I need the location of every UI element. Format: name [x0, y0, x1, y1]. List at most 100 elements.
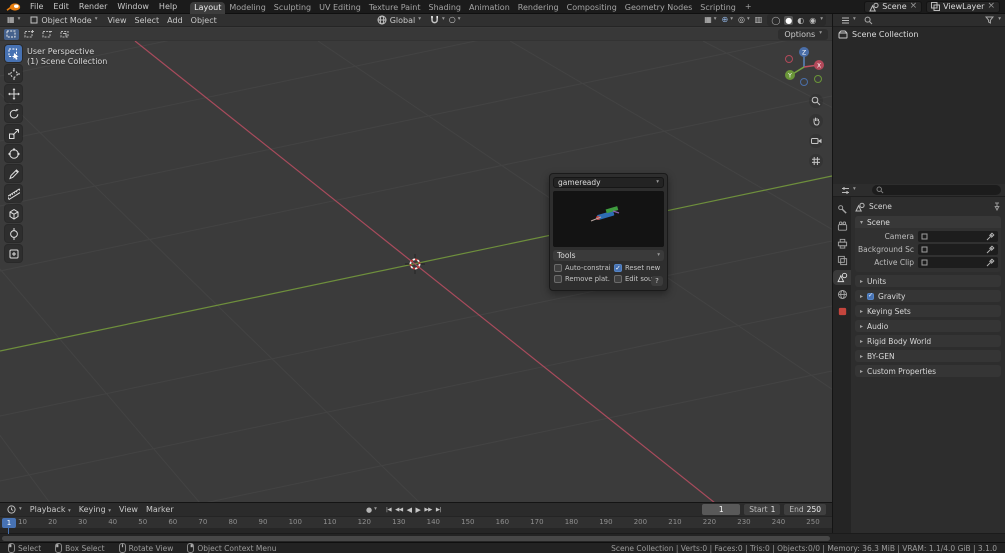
timeline-editor-dropdown[interactable]: ▾ — [3, 504, 26, 516]
marker-menu[interactable]: Marker — [142, 505, 178, 514]
perspective-toggle-icon[interactable] — [809, 154, 823, 168]
addon-tool-1[interactable] — [5, 225, 22, 242]
tab-scene[interactable] — [833, 270, 851, 285]
tab-tool[interactable] — [833, 202, 851, 217]
view-menu[interactable]: View — [115, 505, 142, 514]
preset-dropdown[interactable]: gameready ▾ — [553, 177, 664, 188]
properties-editor-dropdown[interactable]: ▾ — [837, 184, 860, 196]
id-pointer-field[interactable] — [918, 244, 998, 255]
select-mode-subtract-button[interactable] — [40, 29, 55, 40]
options-dropdown[interactable]: Options ▾ — [778, 28, 828, 40]
workspace-tab[interactable]: Shading — [424, 2, 465, 14]
section-checkbox[interactable]: ✓ — [867, 292, 875, 300]
properties-section[interactable]: ▸ ✓ Units — [855, 275, 1001, 287]
topbar-menu[interactable]: Render — [74, 2, 112, 11]
add-cube-tool[interactable] — [5, 205, 22, 222]
properties-section[interactable]: ▸ ✓ Keying Sets — [855, 305, 1001, 317]
prev-keyframe-button[interactable]: ◀◀ — [395, 507, 403, 513]
outliner-filter-icon[interactable] — [985, 16, 995, 24]
operator-panel[interactable]: gameready ▾ Tools ▾ ✓ Aut — [549, 173, 668, 291]
workspace-tab[interactable]: Texture Paint — [365, 2, 425, 14]
scale-tool[interactable] — [5, 125, 22, 142]
camera-view-icon[interactable] — [809, 134, 823, 148]
mode-dropdown[interactable]: Object Mode ▾ — [26, 14, 101, 26]
tab-world[interactable] — [833, 287, 851, 302]
viewport-3d[interactable]: ▦ ▾ Object Mode ▾ View Select Add Object Glo… — [0, 14, 832, 502]
eyedropper-icon[interactable] — [986, 232, 995, 241]
checkbox-icon[interactable]: ✓ — [614, 264, 622, 272]
tab-view-layer[interactable] — [833, 253, 851, 268]
operator-checkbox[interactable]: ✓ Auto-constrain — [554, 264, 610, 272]
workspace-tab[interactable]: Animation — [465, 2, 514, 14]
select-mode-new-button[interactable] — [4, 28, 19, 40]
measure-tool[interactable] — [5, 185, 22, 202]
transform-tool[interactable] — [5, 145, 22, 162]
id-pointer-field[interactable] — [918, 257, 998, 268]
shading-wireframe-button[interactable]: ◯ — [770, 16, 781, 25]
unlink-scene-button[interactable]: × — [910, 2, 918, 11]
viewport-menu[interactable]: View — [104, 16, 131, 25]
play-button[interactable]: ▶ — [415, 506, 420, 514]
properties-section[interactable]: ▸ ✓ Custom Properties — [855, 365, 1001, 377]
outliner-root-row[interactable]: Scene Collection — [833, 27, 1005, 42]
overlays-toggle[interactable]: ◎ ▾ — [738, 16, 750, 24]
select-mode-intersect-button[interactable] — [58, 29, 73, 40]
properties-section[interactable]: ▸ ✓ BY-GEN — [855, 350, 1001, 362]
gizmos-toggle[interactable]: ⊕ ▾ — [722, 16, 733, 24]
navigation-gizmo[interactable]: Z X Y — [781, 44, 827, 90]
snap-toggle[interactable]: ▾ — [429, 15, 445, 25]
shading-dropdown-icon[interactable]: ▾ — [820, 17, 823, 23]
workspace-tab[interactable]: Geometry Nodes — [621, 2, 696, 14]
topbar-menu[interactable]: Edit — [48, 2, 74, 11]
jump-start-button[interactable]: |◀ — [386, 507, 392, 513]
workspace-tab[interactable]: Rendering — [514, 2, 563, 14]
select-box-tool[interactable] — [5, 45, 22, 62]
auto-keying-button[interactable]: ● ▾ — [366, 503, 377, 516]
zoom-icon[interactable] — [809, 94, 823, 108]
properties-section[interactable]: ▸ ✓ Rigid Body World — [855, 335, 1001, 347]
jump-end-button[interactable]: ▶| — [436, 507, 442, 513]
shading-rendered-button[interactable]: ◉ — [808, 16, 817, 25]
eyedropper-icon[interactable] — [986, 245, 995, 254]
viewlayer-selector[interactable]: ViewLayer × — [926, 0, 1000, 13]
start-frame-field[interactable]: Start 1 — [744, 504, 781, 515]
workspace-tab[interactable]: Compositing — [563, 2, 621, 14]
pan-hand-icon[interactable] — [809, 114, 823, 128]
shading-material-button[interactable]: ◐ — [796, 16, 805, 25]
tab-output[interactable] — [833, 236, 851, 251]
play-reverse-button[interactable]: ◀ — [407, 506, 412, 514]
viewport-menu[interactable]: Object — [187, 16, 221, 25]
timeline-scrollbar[interactable] — [0, 533, 1005, 542]
tools-dropdown[interactable]: Tools ▾ — [553, 250, 664, 261]
pin-icon[interactable] — [993, 202, 1001, 211]
orientation-dropdown[interactable]: Global ▾ — [373, 14, 425, 26]
properties-section[interactable]: ▸ ✓ Gravity — [855, 290, 1001, 302]
xray-toggle[interactable]: ▥ — [755, 16, 763, 24]
scene-section-header[interactable]: ▾ Scene — [855, 216, 1001, 228]
topbar-menu[interactable]: Help — [154, 2, 182, 11]
topbar-menu[interactable]: Window — [112, 2, 154, 11]
keying-menu[interactable]: Keying ▾ — [75, 505, 115, 515]
select-mode-extend-button[interactable] — [22, 29, 37, 40]
operator-checkbox[interactable]: ✓ Reset new insta... — [614, 264, 663, 272]
scrollbar-thumb[interactable] — [2, 536, 830, 541]
help-button[interactable]: ? — [651, 276, 663, 286]
move-tool[interactable] — [5, 85, 22, 102]
operator-checkbox[interactable]: ✓ Remove plat... — [554, 275, 610, 283]
outliner-editor-dropdown[interactable]: ▾ — [837, 14, 860, 26]
eyedropper-icon[interactable] — [986, 258, 995, 267]
cursor-tool[interactable] — [5, 65, 22, 82]
properties-search-input[interactable] — [871, 185, 1001, 195]
proportional-editing-toggle[interactable]: ○ ▾ — [449, 16, 461, 24]
workspace-tab[interactable]: Modeling — [225, 2, 269, 14]
rotate-tool[interactable] — [5, 105, 22, 122]
end-frame-field[interactable]: End 250 — [784, 504, 826, 515]
properties-section[interactable]: ▸ ✓ Audio — [855, 320, 1001, 332]
viewport-menu[interactable]: Add — [163, 16, 187, 25]
annotate-tool[interactable] — [5, 165, 22, 182]
remove-viewlayer-button[interactable]: × — [987, 2, 995, 11]
workspace-tab[interactable]: Layout — [190, 1, 226, 14]
viewport-grid[interactable] — [0, 41, 832, 502]
tab-render[interactable] — [833, 219, 851, 234]
checkbox-icon[interactable]: ✓ — [554, 264, 562, 272]
